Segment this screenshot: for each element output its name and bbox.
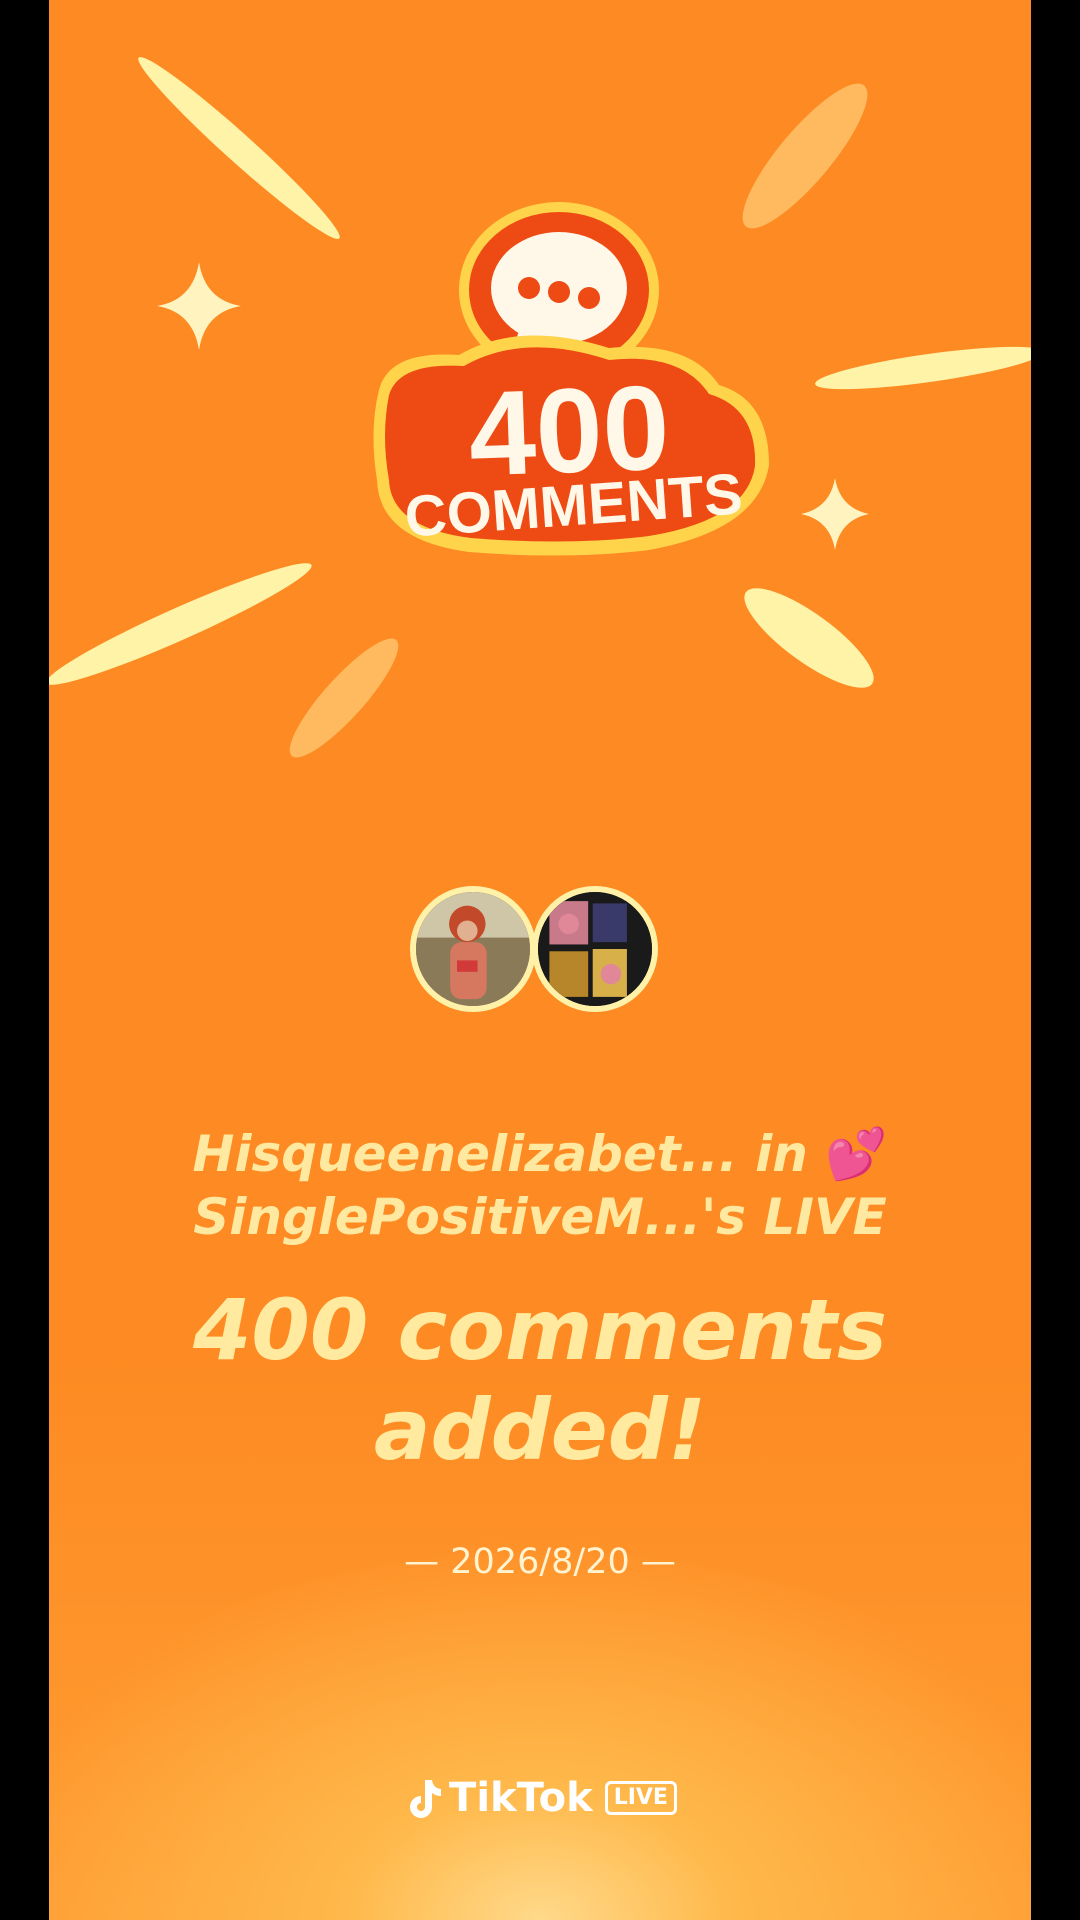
sparkle-icon <box>157 262 241 350</box>
milestone-title: 400 comments added! <box>49 1280 1031 1480</box>
avatar[interactable] <box>532 886 658 1012</box>
participant-avatars <box>410 886 670 1026</box>
host-name-text: Hisqueenelizabet... in <box>192 1125 808 1183</box>
live-host-line: Hisqueenelizabet... in 💕 <box>49 1124 1031 1184</box>
avatar[interactable] <box>410 886 536 1012</box>
tiktok-note-icon <box>410 1780 442 1818</box>
comments-milestone-badge: 400 COMMENTS <box>373 202 769 556</box>
hearts-icon: 💕 <box>825 1125 888 1183</box>
ray-soft <box>289 638 399 758</box>
brand-name: TikTok <box>449 1775 593 1821</box>
ray <box>49 563 312 685</box>
tiktok-live-logo: TikTok LIVE <box>49 1770 1031 1826</box>
milestone-line2: added! <box>373 1381 707 1479</box>
milestone-date: — 2026/8/20 — <box>404 1542 676 1582</box>
live-owner-line: SinglePositiveM...'s LIVE <box>193 1188 887 1246</box>
ray <box>815 346 1031 390</box>
milestone-line1: 400 comments <box>192 1281 888 1379</box>
ray <box>138 57 340 239</box>
live-tag: LIVE <box>604 1781 677 1815</box>
milestone-card: 400 COMMENTS Hisqueenelizabet... in 💕 Si… <box>49 0 1031 1920</box>
